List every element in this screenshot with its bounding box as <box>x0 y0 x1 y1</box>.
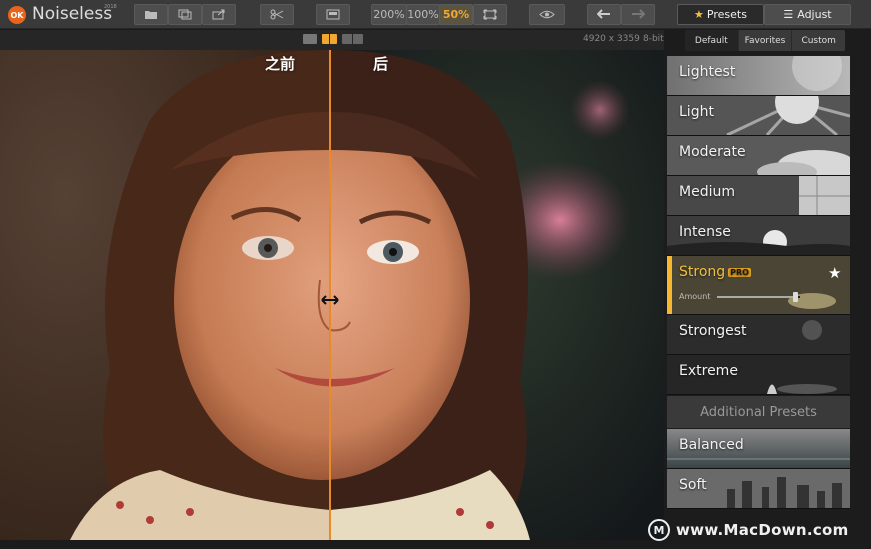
preset-label: Strongest <box>679 323 747 339</box>
watermark: M www.MacDown.com <box>648 519 849 541</box>
adjust-tab[interactable]: ☰ Adjust <box>764 4 851 25</box>
after-label: 后 <box>373 55 389 73</box>
fit-screen-button[interactable] <box>473 4 507 25</box>
preset-light[interactable]: Light <box>667 96 850 136</box>
preset-label: Strong <box>679 264 726 280</box>
preset-label-strong: Strong PRO <box>679 264 751 280</box>
split-view-toggle[interactable] <box>322 34 337 44</box>
star-icon: ★ <box>694 8 704 21</box>
amount-slider-knob[interactable] <box>793 292 799 302</box>
preset-label: Extreme <box>679 363 738 379</box>
app-title: Noiseless <box>32 4 113 24</box>
preset-moderate[interactable]: Moderate <box>667 136 850 176</box>
additional-presets-header[interactable]: Additional Presets <box>667 396 850 428</box>
amount-label: Amount <box>679 292 711 301</box>
adjust-tab-label: Adjust <box>797 8 832 21</box>
bit-depth: 8-bit <box>643 34 664 44</box>
presets-panel: Default Favorites Custom Lightest Light … <box>664 30 871 549</box>
undo-icon <box>597 9 610 19</box>
watermark-logo: M <box>648 519 670 541</box>
preset-label: Light <box>679 104 714 120</box>
watermark-text: www.MacDown.com <box>676 521 849 539</box>
amount-slider[interactable] <box>717 292 800 302</box>
preset-label: Lightest <box>679 64 736 80</box>
share-button[interactable] <box>202 4 236 25</box>
fit-icon <box>483 9 497 20</box>
eye-icon <box>539 10 555 19</box>
share-icon <box>212 9 225 20</box>
redo-icon <box>632 9 645 19</box>
batch-button[interactable] <box>168 4 202 25</box>
side-by-side-toggle[interactable] <box>342 34 363 44</box>
zoom-200-button[interactable]: 200% <box>371 4 407 25</box>
split-drag-handle[interactable] <box>320 290 340 310</box>
presets-scrollbar[interactable] <box>852 53 864 533</box>
preset-intense[interactable]: Intense <box>667 216 850 256</box>
preset-balanced[interactable]: Balanced <box>667 429 850 469</box>
before-label: 之前 <box>265 55 296 73</box>
preset-label: Intense <box>679 224 731 240</box>
favorite-star-icon[interactable]: ★ <box>828 264 841 282</box>
tab-favorites[interactable]: Favorites <box>739 30 793 51</box>
tab-custom[interactable]: Custom <box>792 30 845 51</box>
preset-soft[interactable]: Soft <box>667 469 850 509</box>
preset-strongest[interactable]: Strongest <box>667 315 850 355</box>
presets-tab[interactable]: ★ Presets <box>677 4 764 25</box>
preset-lightest[interactable]: Lightest <box>667 56 850 96</box>
preset-label: Medium <box>679 184 735 200</box>
preset-medium[interactable]: Medium <box>667 176 850 216</box>
split-view-icon <box>326 9 340 20</box>
presets-tab-label: Presets <box>706 8 747 21</box>
image-dimensions: 4920 x 3359 <box>583 34 640 44</box>
tab-default[interactable]: Default <box>685 30 739 51</box>
open-button[interactable] <box>134 4 168 25</box>
photo-canvas[interactable]: 之前 后 <box>0 50 664 540</box>
toolbar: OK Noiseless 2018 200% 100% 50% ★ Preset… <box>0 0 871 29</box>
app-logo: OK <box>8 6 26 24</box>
preview-button[interactable] <box>529 4 565 25</box>
pro-badge: PRO <box>728 267 751 277</box>
sliders-icon: ☰ <box>783 8 794 21</box>
view-mode-bar: 4920 x 3359 8-bit <box>0 30 664 50</box>
zoom-100-button[interactable]: 100% <box>406 4 440 25</box>
redo-button[interactable] <box>621 4 655 25</box>
layers-icon <box>178 9 192 20</box>
undo-button[interactable] <box>587 4 621 25</box>
preset-strong[interactable]: Strong PRO ★ Amount <box>667 256 850 315</box>
preset-label: Soft <box>679 477 707 493</box>
crop-button[interactable] <box>260 4 294 25</box>
preset-label: Moderate <box>679 144 746 160</box>
preset-extreme[interactable]: Extreme <box>667 355 850 395</box>
single-view-toggle[interactable] <box>303 34 317 44</box>
folder-icon <box>145 11 157 19</box>
additional-presets-label: Additional Presets <box>700 404 817 420</box>
compare-view-button[interactable] <box>316 4 350 25</box>
app-year: 2018 <box>104 4 117 10</box>
preset-category-tabs: Default Favorites Custom <box>685 30 845 51</box>
scissors-icon <box>270 9 284 20</box>
preset-label: Balanced <box>679 437 744 453</box>
zoom-50-button[interactable]: 50% <box>439 4 473 25</box>
